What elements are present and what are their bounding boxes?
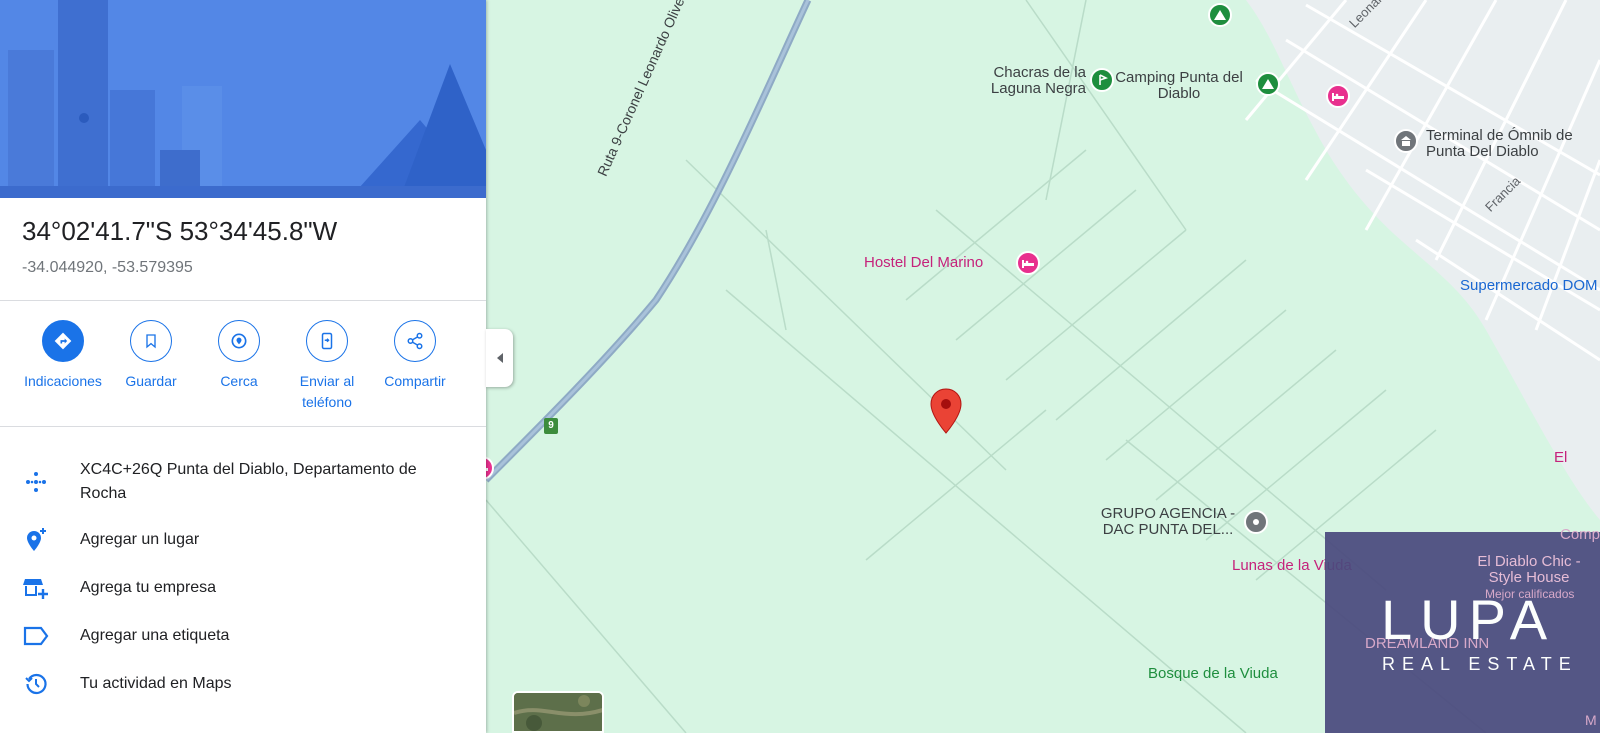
directions-button[interactable]: Indicaciones (18, 320, 108, 392)
plus-code-icon (22, 468, 50, 496)
lupa-brand: LUPA (1381, 588, 1556, 651)
maps-activity-row[interactable]: Tu actividad en Maps (0, 670, 486, 700)
hotel-icon[interactable] (1016, 251, 1040, 275)
watermark-logo: El Diablo Chic - Style House Mejor calif… (1325, 527, 1600, 733)
city-skyline-illustration (0, 0, 486, 198)
road-shield-9: 9 (544, 418, 558, 434)
campground-icon[interactable] (1256, 72, 1280, 96)
place-label-chacras[interactable]: Chacras de la Laguna Negra (956, 65, 1086, 97)
campground-icon[interactable] (1208, 3, 1232, 27)
add-business-row[interactable]: Agrega tu empresa (0, 574, 486, 604)
satellite-layer-icon (514, 693, 602, 731)
hotel-icon[interactable] (1326, 84, 1350, 108)
add-place-icon (22, 526, 50, 554)
maps-activity-text: Tu actividad en Maps (80, 675, 232, 692)
add-place-row[interactable]: Agregar un lugar (0, 526, 486, 556)
place-label-comp-edge: Comp (1560, 526, 1600, 543)
chevron-left-icon (496, 353, 503, 363)
share-label: Compartir (384, 373, 446, 389)
divider (0, 300, 486, 301)
directions-label: Indicaciones (24, 373, 102, 389)
nearby-button[interactable]: Cerca (194, 320, 284, 392)
plus-code-text: XC4C+26Q Punta del Diablo, Departamento … (80, 461, 417, 502)
terminal-icon[interactable] (1394, 129, 1418, 153)
add-label-row[interactable]: Agregar una etiqueta (0, 622, 486, 652)
share-button[interactable]: Compartir (370, 320, 460, 392)
add-place-text: Agregar un lugar (80, 531, 200, 548)
divider (0, 426, 486, 427)
send-to-phone-button[interactable]: Enviar al teléfono (282, 320, 372, 413)
add-business-text: Agrega tu empresa (80, 579, 217, 596)
add-business-icon (22, 574, 50, 602)
place-label-camping[interactable]: Camping Punta del Diablo (1114, 70, 1244, 102)
send-to-phone-label: Enviar al teléfono (299, 373, 355, 410)
place-label-diablo-chic: El Diablo Chic - Style House (1477, 553, 1581, 586)
hero-image[interactable] (0, 0, 486, 198)
share-icon (394, 320, 436, 362)
place-label-supermercado[interactable]: Supermercado DOM (1460, 278, 1598, 294)
place-label-terminal[interactable]: Terminal de Ómnib de Punta Del Diablo (1426, 128, 1600, 160)
send-to-phone-icon (306, 320, 348, 362)
dropped-pin[interactable] (930, 388, 962, 434)
save-label: Guardar (125, 373, 177, 389)
place-label-grupo-agencia[interactable]: GRUPO AGENCIA - DAC PUNTA DEL... (1088, 506, 1248, 538)
place-label-m-edge: M (1585, 712, 1597, 728)
place-label-hostel[interactable]: Hostel Del Marino (864, 255, 983, 271)
place-panel: 34°02'41.7"S 53°34'45.8"W -34.044920, -5… (0, 0, 486, 733)
place-icon[interactable] (1244, 510, 1268, 534)
add-label-text: Agregar una etiqueta (80, 627, 230, 644)
map-pin-icon (930, 388, 962, 434)
place-label-bosque[interactable]: Bosque de la Viuda (1148, 666, 1278, 682)
collapse-panel-button[interactable] (486, 329, 513, 387)
history-icon (22, 670, 50, 698)
coordinates-decimal: -34.044920, -53.579395 (22, 259, 193, 276)
nearby-label: Cerca (220, 373, 258, 389)
place-label-el-edge[interactable]: El (1554, 450, 1567, 466)
bookmark-icon (130, 320, 172, 362)
label-icon (22, 622, 50, 650)
plus-code-row[interactable]: XC4C+26Q Punta del Diablo, Departamento … (0, 458, 486, 506)
nearby-icon (218, 320, 260, 362)
directions-icon (42, 320, 84, 362)
save-button[interactable]: Guardar (106, 320, 196, 392)
coordinates-dms: 34°02'41.7"S 53°34'45.8"W (22, 216, 338, 246)
lupa-tagline: REAL ESTATE (1382, 654, 1578, 674)
golf-icon[interactable] (1090, 68, 1114, 92)
layers-thumbnail[interactable] (512, 691, 604, 733)
